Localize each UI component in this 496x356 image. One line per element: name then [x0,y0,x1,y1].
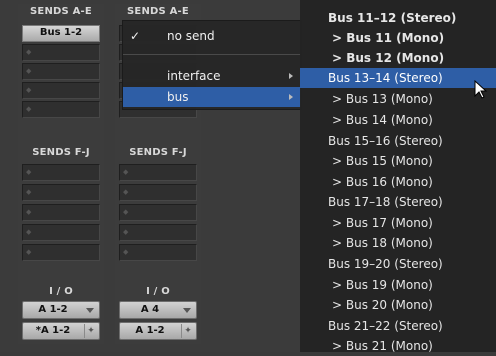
send-arrow-icon: ◆ [123,188,129,196]
bus-item[interactable]: > Bus 15 (Mono) [300,151,496,171]
output-extra-icon: ✦ [181,324,194,338]
bus-item[interactable]: > Bus 14 (Mono) [300,110,496,130]
bus-item-label: > Bus 20 (Mono) [332,298,433,312]
input-selector[interactable]: A 4 [119,301,197,319]
bus-item[interactable]: > Bus 12 (Mono) [300,48,496,68]
bus-item-label: > Bus 18 (Mono) [332,236,433,250]
bus-item[interactable]: > Bus 11 (Mono) [300,28,496,48]
send-c-slot[interactable]: ◆ [22,63,100,80]
bus-item-label: Bus 13–14 (Stereo) [328,71,443,85]
bus-item[interactable]: Bus 19–20 (Stereo) [300,254,496,274]
bus-item-label: > Bus 14 (Mono) [332,113,433,127]
send-arrow-icon: ◆ [26,86,32,94]
sends-f-j-label: SENDS F-J [129,147,187,158]
send-b-slot[interactable]: ◆ [22,44,100,61]
send-d-slot[interactable]: ◆ [22,82,100,99]
send-i-slot[interactable]: ◆ [22,224,100,241]
sends-a-e-label: SENDS A-E [30,6,92,17]
bus-item[interactable]: > Bus 13 (Mono) [300,89,496,109]
bus-item[interactable]: Bus 17–18 (Stereo) [300,192,496,212]
menu-separator [123,54,301,55]
send-arrow-icon: ◆ [123,168,129,176]
sends-a-e-label: SENDS A-E [127,6,189,17]
bus-item-label: > Bus 11 (Mono) [332,31,445,45]
io-label: I / O [146,286,170,297]
bus-submenu: Bus 11–12 (Stereo) > Bus 11 (Mono) > Bus… [300,0,496,353]
bus-item-label: Bus 19–20 (Stereo) [328,257,443,271]
input-value: A 1-2 [38,304,68,315]
bus-item[interactable]: Bus 21–22 (Stereo) [300,316,496,336]
bus-item-label: > Bus 19 (Mono) [332,278,433,292]
bus-item[interactable]: Bus 15–16 (Stereo) [300,131,496,151]
menu-item-bus[interactable]: bus [123,87,301,107]
output-value: *A 1-2 [35,325,71,336]
io-label: I / O [49,286,73,297]
bus-item-label: Bus 21–22 (Stereo) [328,319,443,333]
send-g-slot[interactable]: ◆ [119,184,197,201]
send-arrow-icon: ◆ [123,208,129,216]
send-arrow-icon: ◆ [123,248,129,256]
send-h-slot[interactable]: ◆ [22,204,100,221]
input-value: A 4 [140,304,160,315]
bus-item-label: Bus 11–12 (Stereo) [328,11,457,25]
send-arrow-icon: ◆ [26,67,32,75]
checkmark-icon: ✓ [130,29,141,43]
send-j-slot[interactable]: ◆ [119,244,197,261]
send-f-slot[interactable]: ◆ [22,164,100,181]
menu-item-no-send[interactable]: ✓ no send [123,26,301,46]
chevron-down-icon [86,308,94,313]
bus-item[interactable]: > Bus 19 (Mono) [300,275,496,295]
bus-item-label: > Bus 21 (Mono) [332,339,433,353]
bus-item-label: > Bus 16 (Mono) [332,175,433,189]
send-arrow-icon: ◆ [26,208,32,216]
bus-item-label: > Bus 15 (Mono) [332,154,433,168]
mouse-cursor-icon [474,80,488,99]
send-arrow-icon: ◆ [26,188,32,196]
send-e-slot[interactable]: ◆ [22,101,100,118]
bus-item-label: Bus 17–18 (Stereo) [328,195,443,209]
send-arrow-icon: ◆ [26,228,32,236]
send-j-slot[interactable]: ◆ [22,244,100,261]
send-a-slot[interactable]: Bus 1-2 [22,25,100,42]
bus-item[interactable]: Bus 11–12 (Stereo) [300,8,496,28]
send-arrow-icon: ◆ [26,168,32,176]
bus-item-label: Bus 15–16 (Stereo) [328,134,443,148]
send-arrow-icon: ◆ [26,248,32,256]
output-selector[interactable]: *A 1-2 ✦ [22,322,100,340]
bus-item-label: > Bus 13 (Mono) [332,92,433,106]
menu-item-interface[interactable]: interface [123,66,301,86]
output-selector[interactable]: A 1-2 ✦ [119,322,197,340]
output-extra-icon: ✦ [84,324,97,338]
send-f-slot[interactable]: ◆ [119,164,197,181]
menu-item-label: bus [167,90,189,104]
menu-item-label: interface [167,69,221,83]
bus-item-label: > Bus 17 (Mono) [332,216,433,230]
bus-item-selected[interactable]: Bus 13–14 (Stereo) [300,68,496,88]
channel-strip-1: SENDS A-E Bus 1-2 ◆ ◆ ◆ ◆ SENDS F-J ◆ ◆ … [18,4,104,344]
bus-item[interactable]: > Bus 18 (Mono) [300,233,496,253]
bus-item[interactable]: > Bus 17 (Mono) [300,213,496,233]
send-h-slot[interactable]: ◆ [119,204,197,221]
submenu-arrow-icon [289,94,293,100]
send-assignment-menu: ✓ no send interface bus [122,20,302,110]
send-arrow-icon: ◆ [26,48,32,56]
submenu-arrow-icon [289,73,293,79]
input-selector[interactable]: A 1-2 [22,301,100,319]
chevron-down-icon [183,308,191,313]
bus-item[interactable]: > Bus 16 (Mono) [300,172,496,192]
send-arrow-icon: ◆ [26,105,32,113]
bus-item[interactable]: > Bus 21 (Mono) [300,336,496,356]
output-value: A 1-2 [135,325,165,336]
bus-item-label: > Bus 12 (Mono) [332,51,445,65]
menu-item-label: no send [167,29,215,43]
send-a-label: Bus 1-2 [39,27,83,38]
send-g-slot[interactable]: ◆ [22,184,100,201]
send-i-slot[interactable]: ◆ [119,224,197,241]
send-arrow-icon: ◆ [123,228,129,236]
sends-f-j-label: SENDS F-J [32,147,90,158]
bus-item[interactable]: > Bus 20 (Mono) [300,295,496,315]
mixer-window: SENDS A-E Bus 1-2 ◆ ◆ ◆ ◆ SENDS F-J ◆ ◆ … [0,0,496,353]
